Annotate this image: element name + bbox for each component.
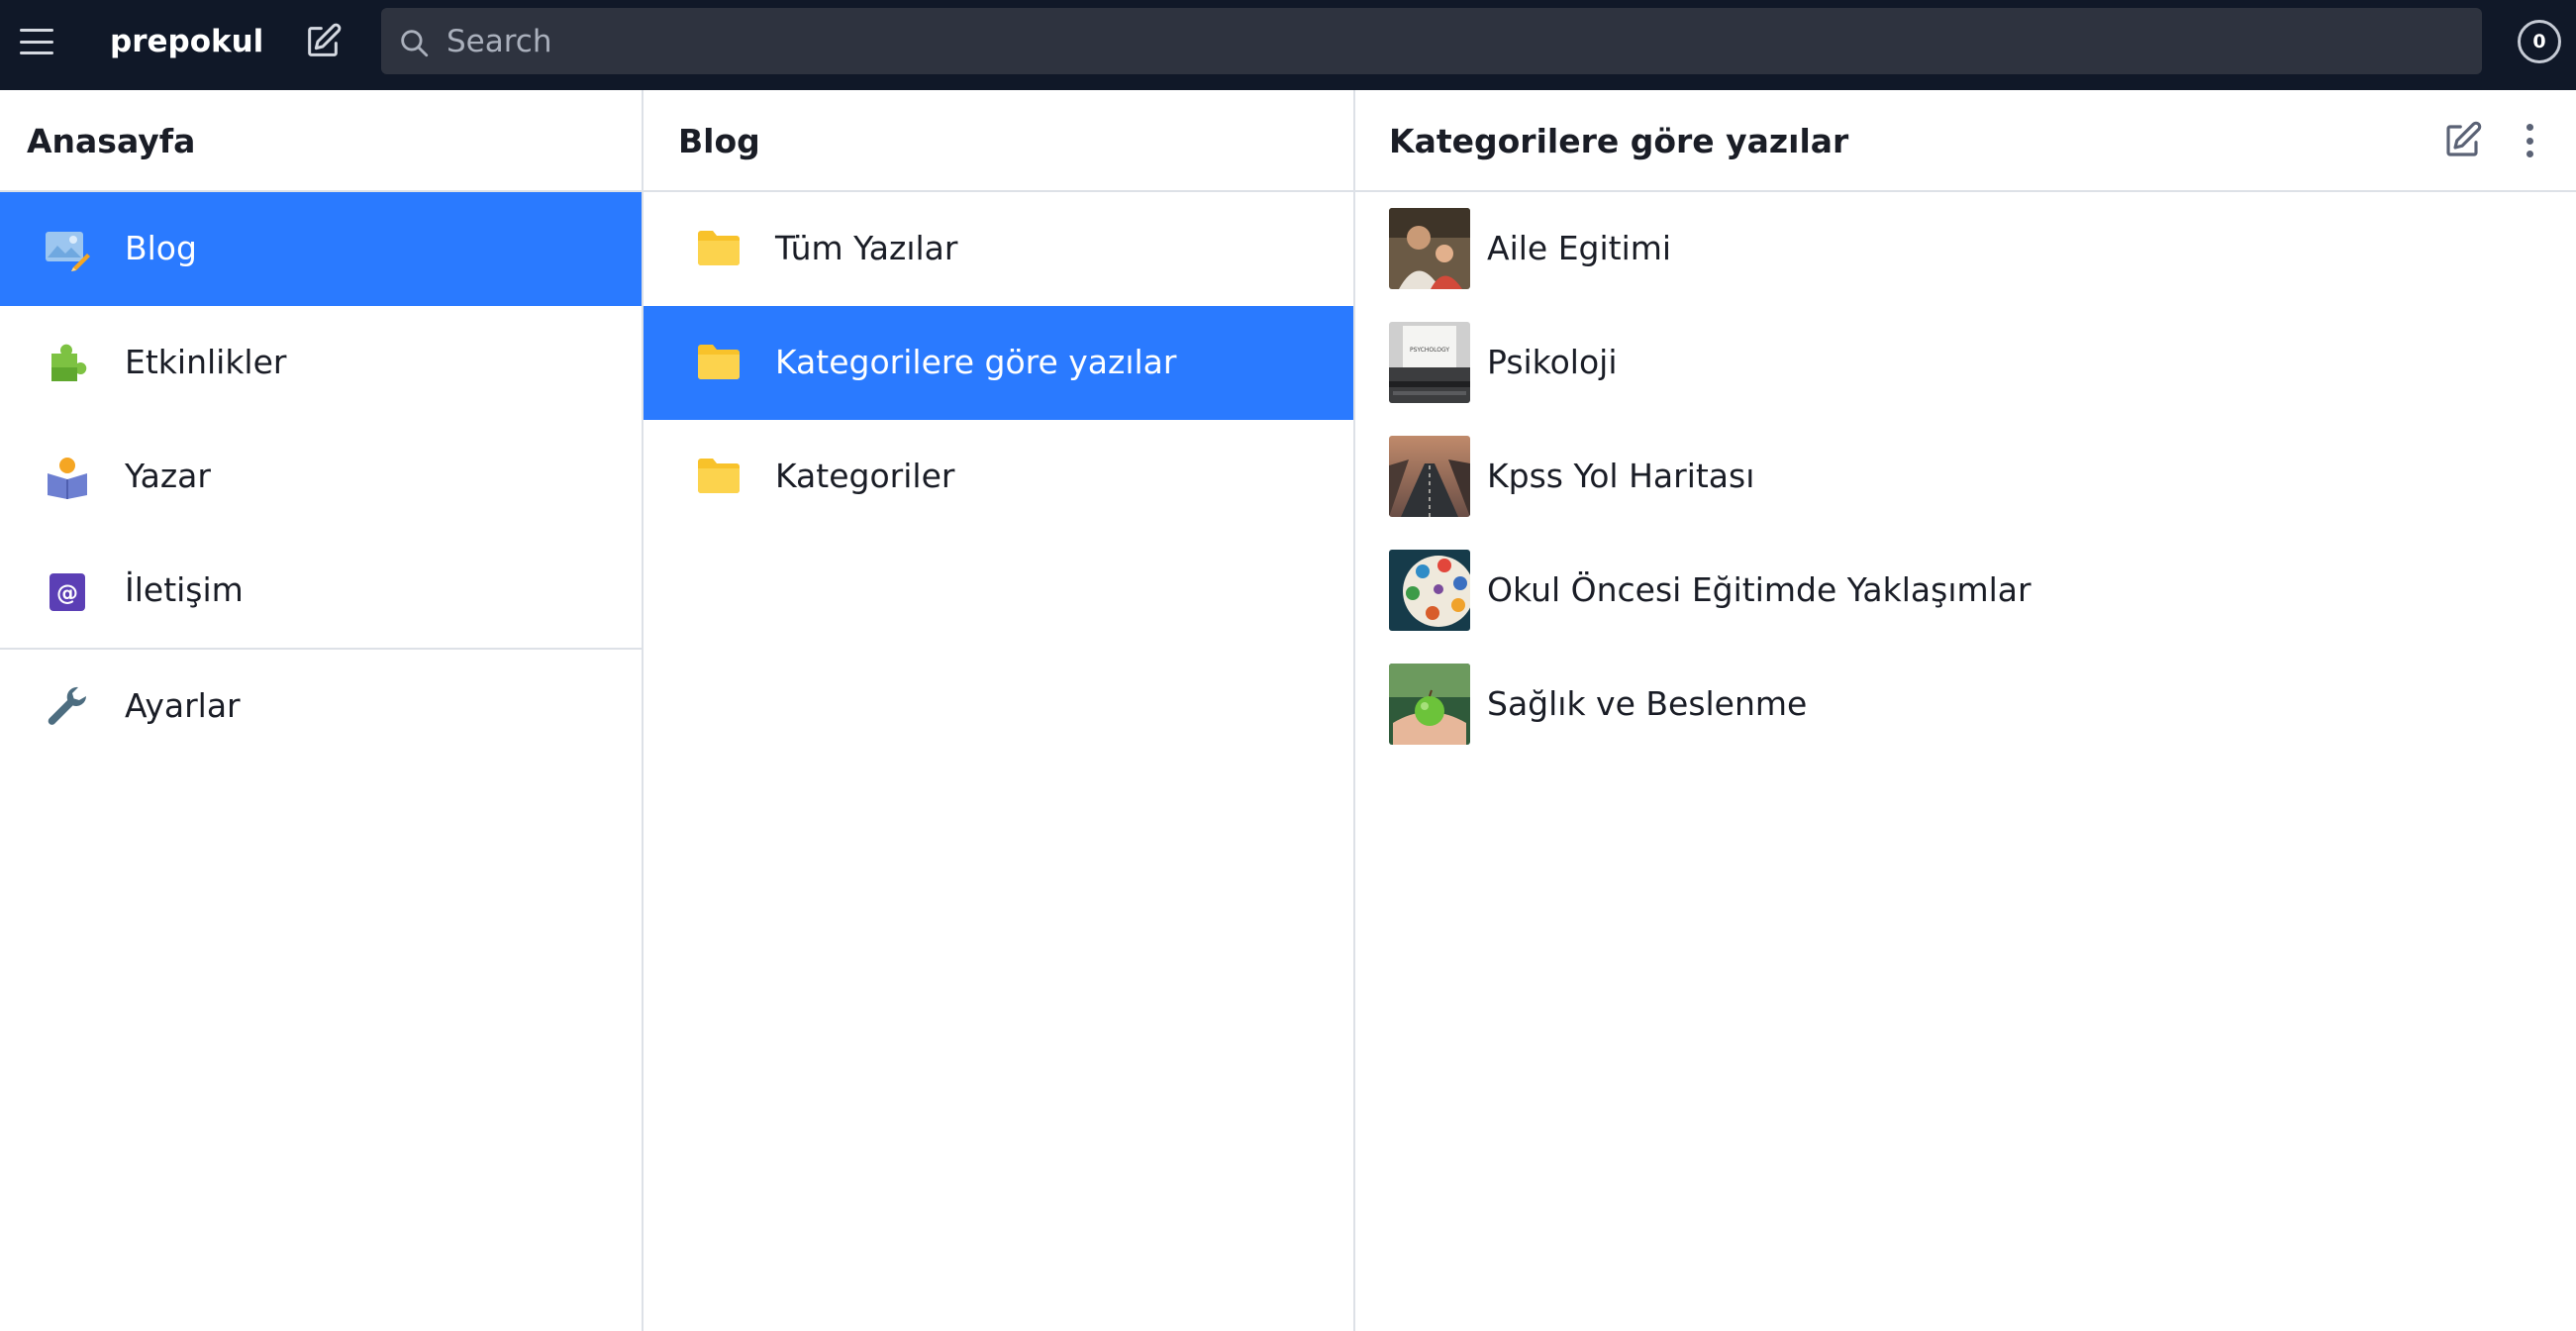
navigation-column: Anasayfa Blog Etkinlikler Yazar @ İletiş… — [0, 90, 644, 1331]
category-posts-column: Kategorilere göre yazılar Aile Egitimi P… — [1355, 90, 2576, 1331]
category-item-label: Okul Öncesi Eğitimde Yaklaşımlar — [1487, 570, 2031, 609]
column-header: Kategorilere göre yazılar — [1355, 90, 2576, 192]
folder-item-label: Tüm Yazılar — [775, 229, 958, 267]
folder-item-kategorilere-gore-yazilar[interactable]: Kategorilere göre yazılar — [644, 306, 1353, 420]
nav-item-label: Etkinlikler — [125, 343, 287, 381]
category-item-saglik-ve-beslenme[interactable]: Sağlık ve Beslenme — [1355, 648, 2576, 762]
column-header: Anasayfa — [0, 90, 642, 192]
folder-item-tum-yazilar[interactable]: Tüm Yazılar — [644, 192, 1353, 306]
nav-item-ayarlar[interactable]: Ayarlar — [0, 650, 642, 764]
nav-item-label: Ayarlar — [125, 686, 241, 725]
column-title: Kategorilere göre yazılar — [1389, 122, 1849, 160]
nav-item-etkinlikler[interactable]: Etkinlikler — [0, 306, 642, 420]
reader-icon — [44, 454, 91, 501]
search-input[interactable] — [446, 8, 2456, 74]
search-icon — [397, 26, 431, 59]
edit-icon[interactable] — [2441, 120, 2483, 161]
nav-item-iletisim[interactable]: @ İletişim — [0, 534, 642, 648]
hamburger-menu-icon[interactable] — [20, 26, 53, 57]
category-item-label: Psikoloji — [1487, 343, 1618, 381]
folder-icon — [696, 228, 742, 267]
search-bar[interactable] — [381, 8, 2482, 74]
category-item-psikoloji[interactable]: PSYCHOLOGY Psikoloji — [1355, 306, 2576, 420]
nav-item-blog[interactable]: Blog — [0, 192, 642, 306]
green-apple-photo-thumbnail — [1389, 664, 1470, 745]
category-item-label: Kpss Yol Haritası — [1487, 457, 1755, 495]
brand-name[interactable]: prepokul — [110, 22, 263, 61]
image-edit-icon — [44, 226, 91, 273]
top-bar: prepokul 0 — [0, 0, 2576, 90]
nav-item-label: Blog — [125, 229, 197, 267]
puzzle-icon — [44, 340, 91, 387]
svg-text:@: @ — [56, 581, 78, 606]
category-item-kpss-yol-haritasi[interactable]: Kpss Yol Haritası — [1355, 420, 2576, 534]
category-item-aile-egitimi[interactable]: Aile Egitimi — [1355, 192, 2576, 306]
nav-item-yazar[interactable]: Yazar — [0, 420, 642, 534]
svg-text:PSYCHOLOGY: PSYCHOLOGY — [1410, 347, 1449, 354]
folder-item-label: Kategoriler — [775, 457, 955, 495]
column-title: Anasayfa — [27, 122, 196, 160]
category-item-label: Aile Egitimi — [1487, 229, 1672, 267]
more-options-icon[interactable] — [2516, 120, 2543, 161]
typewriter-psychology-photo-thumbnail: PSYCHOLOGY — [1389, 322, 1470, 403]
nav-item-label: Yazar — [125, 457, 211, 495]
blog-column: Blog Tüm Yazılar Kategorilere göre yazıl… — [644, 90, 1355, 1331]
folder-icon — [696, 456, 742, 495]
family-photo-thumbnail — [1389, 208, 1470, 289]
road-photo-thumbnail — [1389, 436, 1470, 517]
category-item-okul-oncesi[interactable]: Okul Öncesi Eğitimde Yaklaşımlar — [1355, 534, 2576, 648]
column-title: Blog — [678, 122, 760, 160]
folder-item-label: Kategorilere göre yazılar — [775, 343, 1177, 381]
folder-icon — [696, 342, 742, 381]
paint-palette-photo-thumbnail — [1389, 550, 1470, 631]
compose-icon[interactable] — [303, 22, 343, 61]
wrench-icon — [44, 683, 91, 731]
folder-item-kategoriler[interactable]: Kategoriler — [644, 420, 1353, 534]
category-item-label: Sağlık ve Beslenme — [1487, 684, 1808, 723]
nav-item-label: İletişim — [125, 570, 244, 609]
notification-count-badge[interactable]: 0 — [2518, 20, 2561, 63]
column-header: Blog — [644, 90, 1353, 192]
at-sign-icon: @ — [44, 567, 91, 615]
